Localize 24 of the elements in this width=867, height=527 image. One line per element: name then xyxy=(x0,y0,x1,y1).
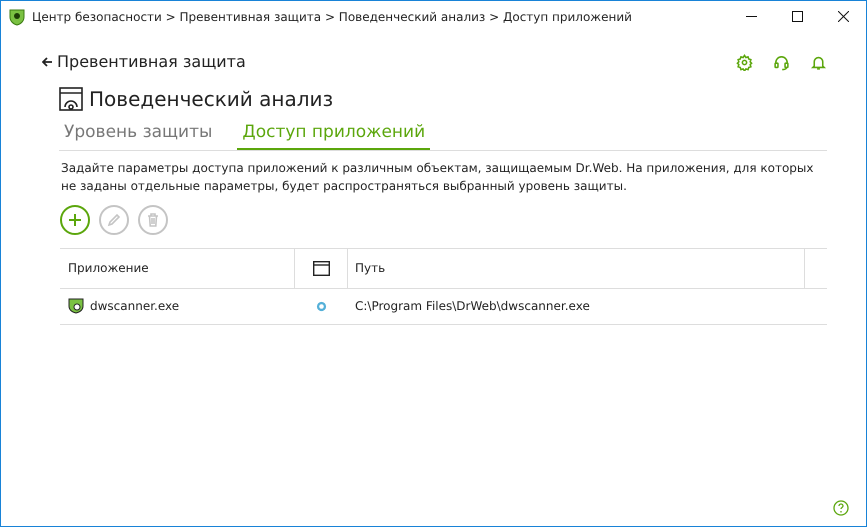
back-arrow-icon xyxy=(42,57,53,67)
shield-logo-icon xyxy=(8,8,26,26)
window-gear-icon xyxy=(59,87,83,111)
app-icon xyxy=(68,298,84,314)
back-link[interactable]: Превентивная защита xyxy=(42,50,246,74)
maximize-icon xyxy=(792,11,802,22)
pencil-icon xyxy=(106,212,122,228)
window-icon xyxy=(312,260,330,276)
close-icon xyxy=(838,11,848,22)
settings-icon[interactable] xyxy=(736,54,753,70)
help-icon[interactable] xyxy=(833,500,849,516)
table-cell-text: C:\Program Files\DrWeb\dwscanner.exe xyxy=(354,298,590,315)
add-button[interactable] xyxy=(60,204,90,234)
tab[interactable]: Уровень защиты xyxy=(59,120,218,150)
description-text: Задайте параметры доступа приложений к различным объектам, защищаемым Dr.Web. На приложения, для которых не заданы отдельные параметры, будет распространяться выбранный уровень защиты. xyxy=(61,160,815,194)
column-header: Путь xyxy=(348,248,805,288)
table-cell-text: dwscanner.exe xyxy=(90,298,180,315)
headset-icon[interactable] xyxy=(773,54,790,70)
tab[interactable]: Доступ приложений xyxy=(237,120,430,150)
window-title: Центр безопасности > Превентивная защита > Поведенческий анализ > Доступ приложений xyxy=(32,8,632,26)
plus-icon xyxy=(67,212,83,228)
page-heading: Поведенческий анализ xyxy=(89,86,334,113)
trash-icon xyxy=(145,212,161,228)
column-header: Приложение xyxy=(67,260,150,277)
